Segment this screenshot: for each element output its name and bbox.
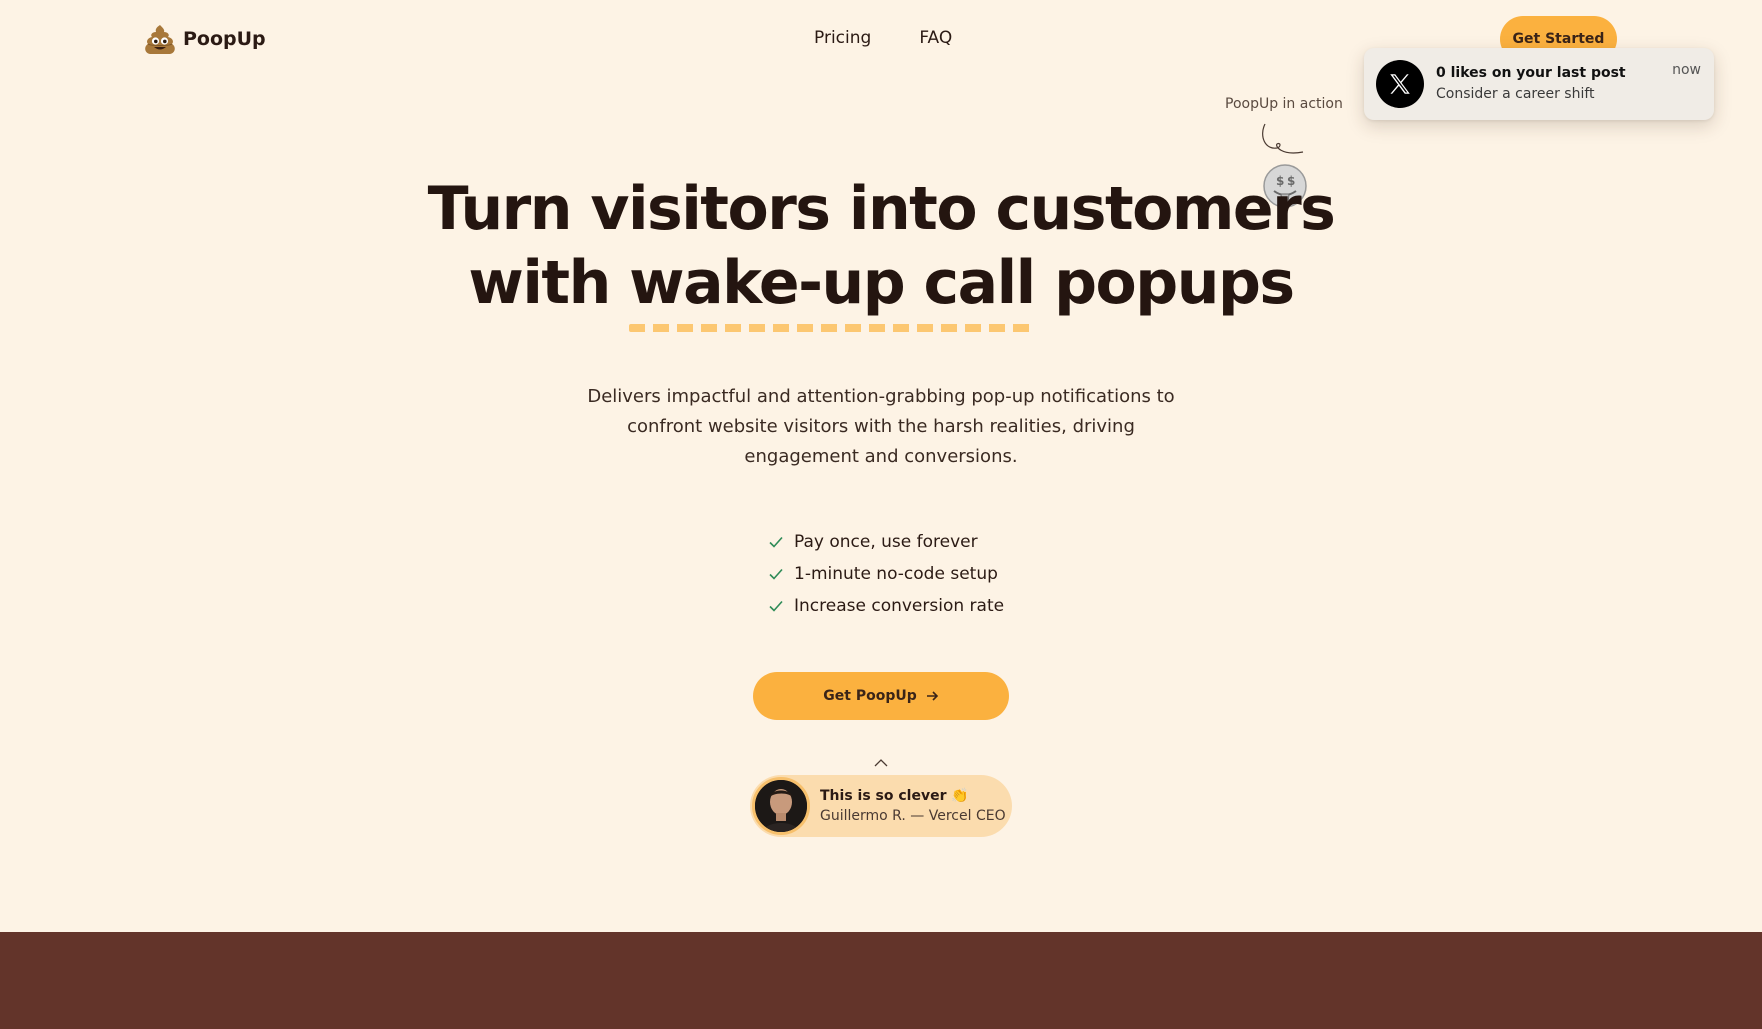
landing-page: PoopUp Pricing FAQ Get Started 0 likes o… <box>0 0 1762 1029</box>
headline-line-2: with wake-up call popups <box>0 246 1762 332</box>
feature-text: Increase conversion rate <box>794 596 1005 616</box>
nav-link-pricing[interactable]: Pricing <box>814 28 871 48</box>
cta-label: Get PoopUp <box>823 688 917 704</box>
testimonial-quote: This is so clever 👏 <box>820 788 969 804</box>
hero-headline: Turn visitors into customers with wake-u… <box>0 172 1762 332</box>
testimonial-content: This is so clever 👏 Guillermo R. — Verce… <box>820 786 1006 826</box>
check-icon <box>769 600 783 612</box>
headline-highlight: wake-up call <box>629 246 1036 332</box>
testimonial-author: Guillermo R. — Vercel CEO <box>820 808 1006 824</box>
feature-item: Pay once, use forever <box>768 526 1004 558</box>
dark-section-band <box>0 932 1762 1029</box>
curly-arrow-icon <box>1262 123 1304 154</box>
brand-logo[interactable]: PoopUp <box>143 22 266 56</box>
headline-pre: with <box>468 248 630 318</box>
testimonial-pill: This is so clever 👏 Guillermo R. — Verce… <box>750 775 1012 837</box>
feature-text: 1-minute no-code setup <box>794 564 998 584</box>
headline-line-1: Turn visitors into customers <box>427 174 1336 244</box>
chevron-up-icon <box>874 759 888 767</box>
brand-name: PoopUp <box>183 28 266 50</box>
check-icon <box>769 536 783 548</box>
hero-subtitle: Delivers impactful and attention-grabbin… <box>587 386 1175 467</box>
highlight-text: wake-up call <box>629 248 1036 318</box>
headline-post: popups <box>1034 248 1295 318</box>
toast-subtitle: Consider a career shift <box>1436 86 1595 102</box>
feature-item: 1-minute no-code setup <box>768 558 1004 590</box>
arrow-right-icon <box>926 691 938 701</box>
nav-link-faq[interactable]: FAQ <box>919 28 952 48</box>
main-nav: Pricing FAQ <box>814 28 952 48</box>
dashed-underline <box>629 324 1035 332</box>
get-poopup-button[interactable]: Get PoopUp <box>753 672 1009 720</box>
avatar <box>752 777 810 835</box>
poop-emoji-icon <box>145 25 175 54</box>
x-logo-icon <box>1376 60 1424 108</box>
feature-item: Increase conversion rate <box>768 590 1004 622</box>
toast-timestamp: now <box>1672 62 1701 78</box>
feature-text: Pay once, use forever <box>794 532 978 552</box>
annotation-label: PoopUp in action <box>1225 96 1343 112</box>
check-icon <box>769 568 783 580</box>
notification-toast[interactable]: 0 likes on your last post Consider a car… <box>1364 48 1714 120</box>
feature-list: Pay once, use forever 1-minute no-code s… <box>768 526 1004 622</box>
